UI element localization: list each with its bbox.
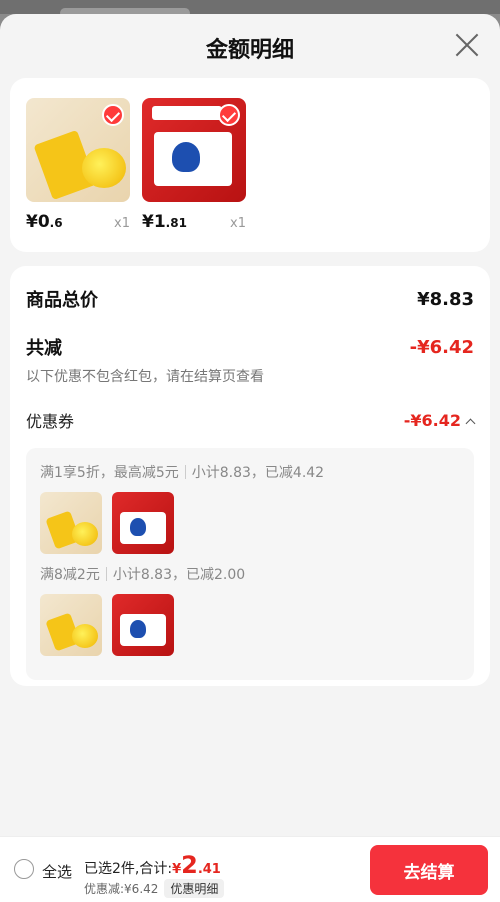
- coupon-value-group[interactable]: -¥6.42: [403, 410, 476, 430]
- currency-symbol: ¥: [172, 862, 182, 877]
- coupon-label: 优惠券: [26, 412, 75, 431]
- product-image-safeguard-soap: [142, 98, 246, 202]
- price-summary-card: 商品总价 ¥8.83 共减 -¥6.42 以下优惠不包含红包，请在结算页查看 优…: [10, 266, 490, 686]
- amount-detail-sheet: 金额明细 ¥0.6 x1 ¥1.81 x1 商品总价 ¥8.83 共减 -¥6.…: [0, 14, 500, 902]
- coupon-value: -¥6.42: [403, 410, 461, 430]
- product-item[interactable]: ¥0.6 x1: [26, 98, 130, 252]
- coupon-detail: 小计8.83，已减4.42: [191, 465, 325, 481]
- sheet-header: 金额明细: [0, 14, 500, 78]
- product-quantity: x1: [114, 216, 130, 231]
- selected-total: 已选2件,合计:¥2.41: [84, 851, 221, 879]
- select-all-label[interactable]: 全选: [42, 861, 72, 882]
- total-price-label: 商品总价: [26, 290, 98, 311]
- total-amount-dec: .41: [197, 862, 221, 877]
- selected-count-text: 已选2件,合计:: [84, 861, 173, 877]
- coupon-rule-line: 满1享5折，最高减5元 小计8.83，已减4.42: [40, 462, 460, 482]
- product-thumbnail-yellow-soap: [40, 492, 102, 554]
- checkout-bar: 全选 已选2件,合计:¥2.41 优惠减:¥6.42 优惠明细 去结算: [0, 836, 500, 902]
- product-thumbnail-safeguard-soap: [112, 492, 174, 554]
- product-price: ¥0.6: [26, 212, 63, 232]
- selected-products-card: ¥0.6 x1 ¥1.81 x1: [10, 78, 490, 252]
- product-item[interactable]: ¥1.81 x1: [142, 98, 246, 252]
- shield-emblem-icon: [172, 142, 200, 172]
- product-thumbnail-yellow-soap: [40, 594, 102, 656]
- coupon-product-row: [40, 594, 460, 656]
- coupon-rule: 满1享5折，最高减5元: [40, 465, 179, 481]
- coupon-product-row: [40, 492, 460, 554]
- coupon-rule: 满8减2元: [40, 567, 100, 583]
- select-all-radio[interactable]: [14, 859, 34, 879]
- banner-shape: [152, 106, 222, 120]
- coupon-rule-line: 满8减2元 小计8.83，已减2.00: [40, 564, 460, 584]
- product-price: ¥1.81: [142, 212, 187, 232]
- total-discount-row: 共减 -¥6.42: [26, 334, 474, 360]
- discount-detail-button[interactable]: 优惠明细: [164, 879, 225, 898]
- discount-note: 以下优惠不包含红包，请在结算页查看: [26, 369, 264, 385]
- chevron-up-icon: [465, 418, 476, 428]
- total-discount-label: 共减: [26, 338, 62, 359]
- total-price-value: ¥8.83: [417, 288, 474, 310]
- close-icon[interactable]: [454, 32, 480, 58]
- total-amount-int: 2: [181, 851, 198, 879]
- coupon-detail: 小计8.83，已减2.00: [112, 567, 246, 583]
- total-discount-value: -¥6.42: [409, 336, 474, 358]
- product-quantity: x1: [230, 216, 246, 231]
- check-icon: [102, 104, 124, 126]
- check-icon: [218, 104, 240, 126]
- total-price-row: 商品总价 ¥8.83: [26, 286, 474, 312]
- discount-text: 优惠减:¥6.42: [84, 882, 159, 896]
- checkout-button[interactable]: 去结算: [370, 845, 488, 895]
- product-image-yellow-soap: [26, 98, 130, 202]
- product-thumbnail-safeguard-soap: [112, 594, 174, 656]
- sheet-title: 金额明细: [205, 38, 294, 63]
- soap-shape: [82, 148, 126, 188]
- discount-summary: 优惠减:¥6.42 优惠明细: [84, 879, 225, 898]
- background-overlay: [0, 0, 500, 18]
- coupon-row[interactable]: 优惠券 -¥6.42: [26, 408, 476, 432]
- coupon-breakdown: 满1享5折，最高减5元 小计8.83，已减4.42 满8减2元 小计8.83，已减2…: [26, 448, 474, 680]
